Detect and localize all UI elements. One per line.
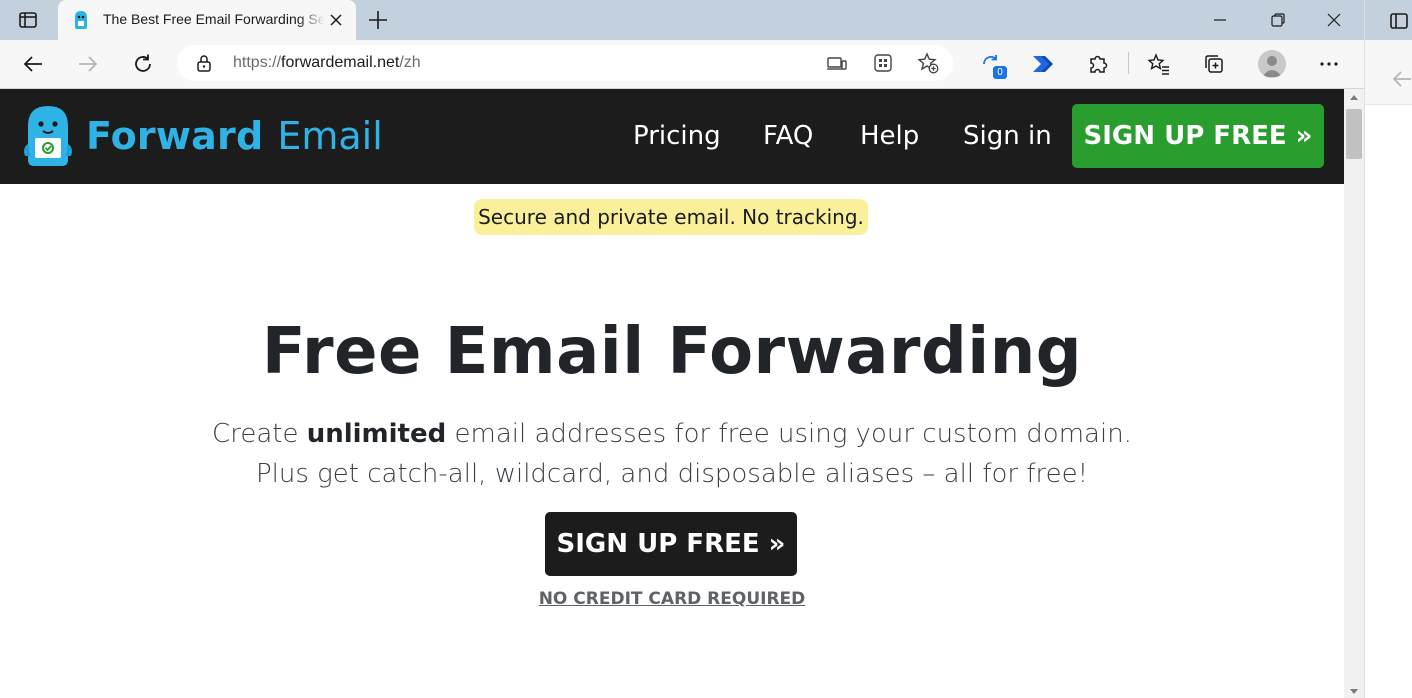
scroll-up-arrow-icon[interactable] xyxy=(1350,95,1358,100)
sidebar-back-icon[interactable] xyxy=(1391,68,1412,90)
add-favorite-star-icon[interactable] xyxy=(916,51,940,75)
close-window-icon xyxy=(1327,13,1341,27)
favorites-button[interactable] xyxy=(1143,48,1175,80)
tab-title: The Best Free Email Forwarding Service xyxy=(103,11,325,27)
back-button[interactable] xyxy=(17,48,49,80)
sidebar-top xyxy=(1365,0,1412,40)
extension-badge: 0 xyxy=(993,66,1007,79)
power-automate-button[interactable] xyxy=(1027,48,1059,80)
hero-sign-up-free-button[interactable]: SIGN UP FREE » xyxy=(545,512,797,576)
hero-subtitle-line-2: Plus get catch-all, wildcard, and dispos… xyxy=(255,459,1089,489)
collections-icon xyxy=(1205,55,1223,73)
scrollbar-thumb[interactable] xyxy=(1346,109,1362,159)
tab-actions-button[interactable] xyxy=(8,6,48,34)
browser-toolbar: https://forwardemail.net/zh 0 xyxy=(0,40,1364,89)
address-bar[interactable]: https://forwardemail.net/zh xyxy=(177,45,953,81)
close-tab-icon[interactable] xyxy=(328,12,344,28)
refresh-button[interactable] xyxy=(127,48,159,80)
extensions-button[interactable] xyxy=(1082,48,1114,80)
url-host: forwardemail.net xyxy=(281,54,400,71)
minimize-button[interactable] xyxy=(1192,0,1248,40)
restore-icon xyxy=(1271,13,1285,27)
settings-more-button[interactable] xyxy=(1313,48,1345,80)
tab-strip: The Best Free Email Forwarding Service xyxy=(0,0,1364,40)
sidebar-tab-actions-icon[interactable] xyxy=(1389,11,1409,31)
hero-title: Free Email Forwarding xyxy=(261,315,1083,389)
new-tab-plus-icon[interactable] xyxy=(366,8,390,32)
favorites-list-icon xyxy=(1147,53,1169,75)
site-navbar: Forward Email Pricing FAQ Help Sign in S… xyxy=(0,89,1344,184)
close-window-button[interactable] xyxy=(1306,0,1362,40)
nav-sign-in-link[interactable]: Sign in xyxy=(963,121,1052,151)
forward-button[interactable] xyxy=(72,48,104,80)
brand-link[interactable]: Forward Email xyxy=(22,103,383,169)
hero-line1-pre: Create xyxy=(212,419,307,449)
back-arrow-icon xyxy=(23,56,42,72)
read-aloud-device-icon[interactable] xyxy=(825,51,849,75)
puzzle-piece-icon xyxy=(1090,55,1108,73)
edge-sidebar xyxy=(1364,0,1412,698)
apps-grid-icon[interactable] xyxy=(871,51,895,75)
refresh-icon xyxy=(135,54,151,72)
url-path: /zh xyxy=(399,54,421,71)
page-scrollbar[interactable] xyxy=(1344,89,1364,698)
minimize-icon xyxy=(1214,19,1226,21)
sidebar-panel xyxy=(1365,104,1412,201)
nav-pricing-link[interactable]: Pricing xyxy=(633,121,721,151)
profile-person-icon xyxy=(1262,56,1282,77)
no-credit-card-link[interactable]: NO CREDIT CARD REQUIRED xyxy=(0,589,1344,609)
hero-subtitle-line-1: Create unlimited email addresses for fre… xyxy=(0,419,1344,449)
url-text[interactable]: https://forwardemail.net/zh xyxy=(233,54,421,72)
restore-button[interactable] xyxy=(1250,0,1306,40)
page-viewport: Forward Email Pricing FAQ Help Sign in S… xyxy=(0,89,1344,698)
active-tab[interactable]: The Best Free Email Forwarding Service xyxy=(58,0,356,40)
privacy-tagline: Secure and private email. No tracking. xyxy=(474,199,868,235)
url-scheme: https:// xyxy=(233,54,282,71)
profile-avatar[interactable] xyxy=(1258,50,1286,78)
lock-icon[interactable] xyxy=(195,54,213,72)
tab-actions-icon xyxy=(19,12,37,28)
nav-help-link[interactable]: Help xyxy=(860,121,919,151)
power-automate-icon xyxy=(1033,56,1053,72)
extension-sync-button[interactable]: 0 xyxy=(975,48,1007,80)
hero-line1-post: email addresses for free using your cust… xyxy=(446,419,1132,449)
toolbar-separator xyxy=(1128,52,1129,74)
brand-name-light: Email xyxy=(277,114,383,158)
brand-name-bold: Forward xyxy=(86,114,264,158)
scroll-down-arrow-icon[interactable] xyxy=(1350,689,1358,694)
forward-email-favicon-icon xyxy=(75,11,87,29)
collections-button[interactable] xyxy=(1198,48,1230,80)
forward-arrow-icon xyxy=(79,56,98,72)
nav-sign-up-free-button[interactable]: SIGN UP FREE » xyxy=(1072,104,1324,168)
more-dots-icon xyxy=(1320,62,1338,66)
nav-faq-link[interactable]: FAQ xyxy=(763,121,813,151)
hero-line1-emphasis: unlimited xyxy=(306,419,447,449)
forward-email-mascot-logo xyxy=(24,106,72,166)
